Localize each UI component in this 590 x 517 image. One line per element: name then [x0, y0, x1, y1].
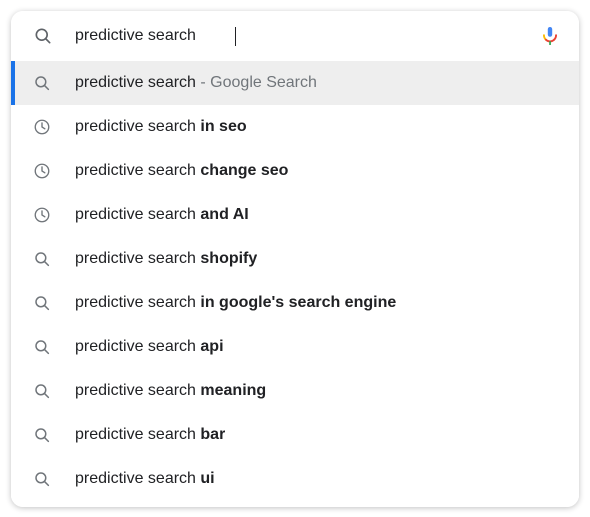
search-bar	[11, 11, 579, 61]
suggestion-prefix: predictive search	[75, 162, 201, 179]
suggestion-text: predictive search and AI	[75, 205, 249, 225]
search-icon	[33, 294, 51, 312]
suggestion-row[interactable]: predictive search bar	[11, 413, 579, 457]
suggestion-completion: ui	[200, 470, 215, 487]
search-icon	[33, 250, 51, 268]
suggestion-completion: shopify	[200, 250, 258, 267]
suggestion-completion: api	[200, 338, 224, 355]
suggestion-row[interactable]: predictive search change seo	[11, 149, 579, 193]
suggestion-row[interactable]: predictive search in seo	[11, 105, 579, 149]
clock-icon	[33, 162, 51, 180]
suggestion-prefix: predictive search	[75, 118, 201, 135]
suggestion-text: predictive search in seo	[75, 117, 247, 137]
search-icon	[33, 338, 51, 356]
search-icon	[33, 470, 51, 488]
clock-icon	[33, 118, 51, 136]
suggestion-prefix: predictive search	[75, 426, 201, 443]
suggestion-prefix: predictive search	[75, 382, 201, 399]
search-input-wrapper[interactable]	[75, 11, 530, 61]
suggestion-prefix: predictive search	[75, 338, 201, 355]
microphone-icon[interactable]	[538, 24, 562, 48]
suggestion-prefix: predictive search	[75, 74, 196, 91]
suggestion-list: predictive search - Google Search predict…	[11, 61, 579, 507]
suggestion-text: predictive search change seo	[75, 161, 288, 181]
suggestion-row[interactable]: predictive search and AI	[11, 193, 579, 237]
search-icon	[33, 382, 51, 400]
suggestion-completion: and AI	[200, 206, 249, 223]
suggestion-completion: in seo	[200, 118, 247, 135]
search-icon	[33, 26, 53, 46]
suggestion-row[interactable]: predictive search - Google Search	[11, 61, 579, 105]
search-icon	[33, 74, 51, 92]
suggestion-row[interactable]: predictive search api	[11, 325, 579, 369]
clock-icon	[33, 206, 51, 224]
suggestion-row[interactable]: predictive search meaning	[11, 369, 579, 413]
suggestion-text: predictive search - Google Search	[75, 73, 317, 93]
suggestion-prefix: predictive search	[75, 294, 201, 311]
suggestion-source-label: - Google Search	[195, 74, 317, 91]
suggestion-completion: meaning	[200, 382, 267, 399]
suggestion-prefix: predictive search	[75, 206, 201, 223]
suggestion-row[interactable]: predictive search shopify	[11, 237, 579, 281]
suggestion-text: predictive search meaning	[75, 381, 266, 401]
suggestion-completion: bar	[200, 426, 226, 443]
suggestion-text: predictive search bar	[75, 425, 225, 445]
text-caret	[235, 26, 236, 46]
suggestion-row[interactable]: predictive search ui	[11, 457, 579, 501]
suggestion-row[interactable]: predictive search in google's search eng…	[11, 281, 579, 325]
suggestion-prefix: predictive search	[75, 250, 201, 267]
suggestion-text: predictive search in google's search eng…	[75, 293, 396, 313]
suggestion-text: predictive search api	[75, 337, 224, 357]
search-icon	[33, 426, 51, 444]
suggestion-text: predictive search shopify	[75, 249, 257, 269]
suggestion-prefix: predictive search	[75, 470, 201, 487]
suggestion-completion: in google's search engine	[200, 294, 397, 311]
suggestion-completion: change seo	[200, 162, 289, 179]
search-autocomplete-card: predictive search - Google Searchpredict…	[11, 11, 579, 507]
suggestion-text: predictive search ui	[75, 469, 215, 489]
search-input[interactable]	[75, 25, 225, 47]
